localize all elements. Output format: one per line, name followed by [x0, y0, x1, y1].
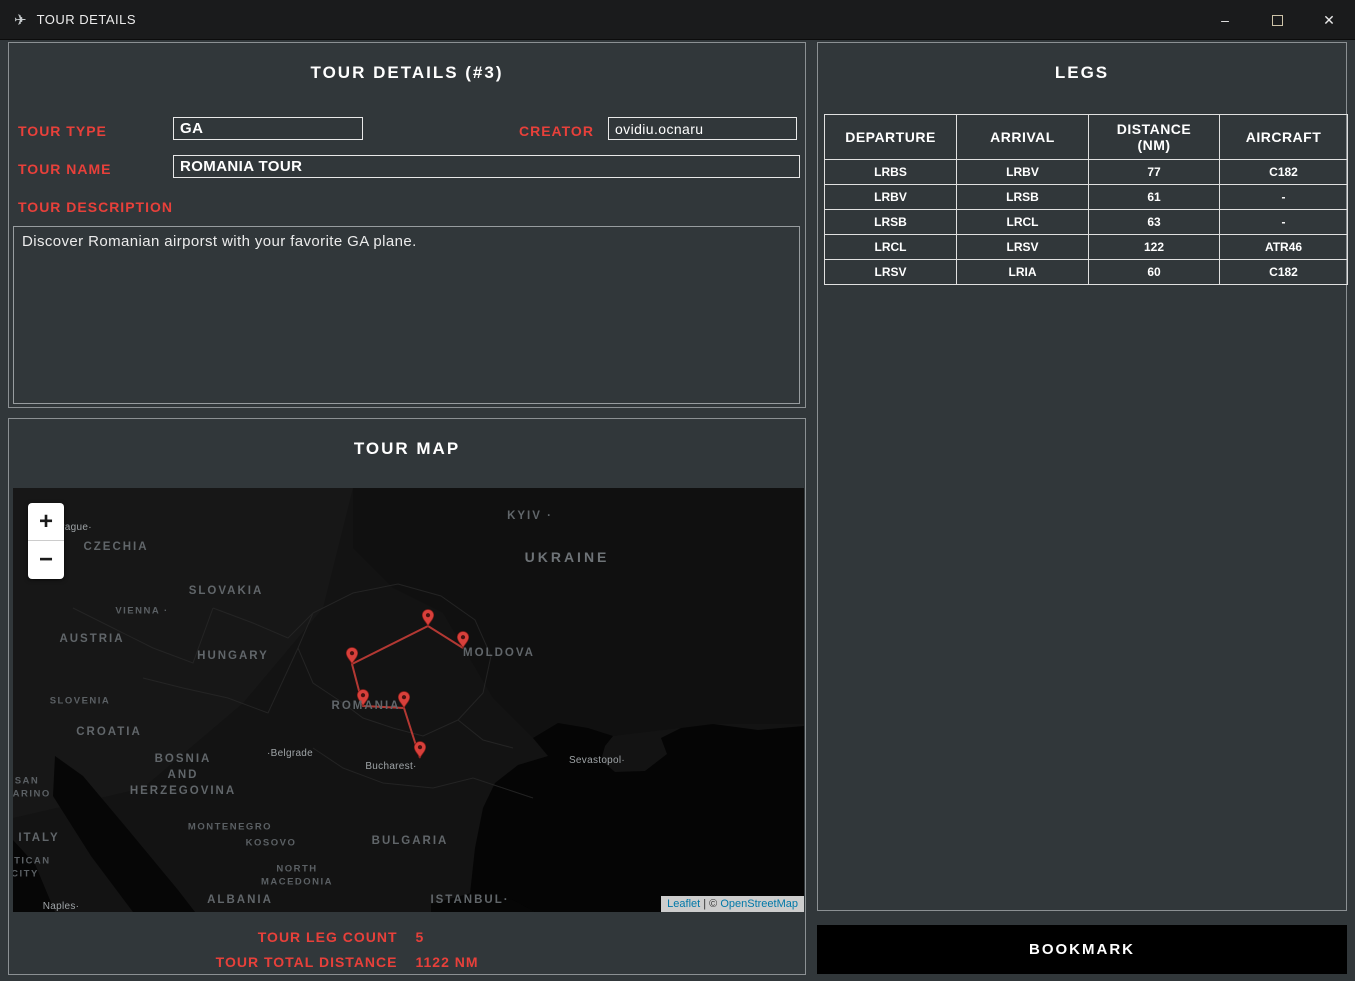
maximize-icon [1272, 15, 1283, 26]
stat-label: TOUR TOTAL DISTANCE [13, 954, 410, 970]
tour-details-panel: TOUR DETAILS (#3) TOUR TYPE CREATOR TOUR… [8, 42, 806, 408]
legs-table-cell: 61 [1089, 185, 1220, 210]
legs-table-row: LRBSLRBV77C182 [825, 160, 1348, 185]
tour-description-input[interactable]: Discover Romanian airporst with your fav… [13, 226, 800, 404]
app-window: ✈ TOUR DETAILS – ✕ TOUR DETAILS (#3) TOU… [0, 0, 1355, 981]
legs-table-cell: LRBV [825, 185, 957, 210]
minimize-button[interactable]: – [1199, 0, 1251, 40]
openstreetmap-link[interactable]: OpenStreetMap [720, 898, 798, 910]
legs-table: DEPARTUREARRIVALDISTANCE (NM)AIRCRAFT LR… [824, 114, 1348, 285]
legs-table-row: LRSVLRIA60C182 [825, 260, 1348, 285]
map-canvas [13, 488, 804, 912]
legs-header-row: DEPARTUREARRIVALDISTANCE (NM)AIRCRAFT [825, 115, 1348, 160]
titlebar: ✈ TOUR DETAILS – ✕ [0, 0, 1355, 40]
stat-row: TOUR LEG COUNT5 [13, 924, 800, 949]
map-marker-pin-icon[interactable] [357, 690, 368, 707]
legs-panel: LEGS DEPARTUREARRIVALDISTANCE (NM)AIRCRA… [817, 42, 1347, 911]
tour-description-label: TOUR DESCRIPTION [18, 199, 173, 215]
tour-route-line [352, 626, 463, 758]
legs-table-cell: 77 [1089, 160, 1220, 185]
window-controls: – ✕ [1199, 0, 1355, 39]
airplane-icon: ✈ [14, 11, 27, 29]
route-layer [346, 610, 468, 759]
legs-column-header: AIRCRAFT [1220, 115, 1348, 160]
legs-table-cell: LRSV [825, 260, 957, 285]
legs-table-row: LRSBLRCL63- [825, 210, 1348, 235]
legs-column-header: ARRIVAL [957, 115, 1089, 160]
legs-table-cell: LRBS [825, 160, 957, 185]
legs-table-cell: LRBV [957, 160, 1089, 185]
legs-table-row: LRBVLRSB61- [825, 185, 1348, 210]
legs-table-cell: LRSB [825, 210, 957, 235]
close-button[interactable]: ✕ [1303, 0, 1355, 40]
minimize-icon: – [1221, 12, 1229, 28]
tour-name-label: TOUR NAME [18, 161, 112, 177]
stat-value: 1122 NM [410, 954, 801, 970]
map-marker-pin-icon[interactable] [422, 610, 433, 627]
close-icon: ✕ [1323, 12, 1335, 29]
legs-table-cell: 63 [1089, 210, 1220, 235]
legs-table-cell: ATR46 [1220, 235, 1348, 260]
legs-table-cell: 122 [1089, 235, 1220, 260]
legs-column-header: DISTANCE (NM) [1089, 115, 1220, 160]
creator-input[interactable] [608, 117, 797, 140]
legs-table-body: LRBSLRBV77C182LRBVLRSB61-LRSBLRCL63-LRCL… [825, 160, 1348, 285]
legs-table-cell: - [1220, 210, 1348, 235]
tour-map[interactable]: Prague·KYIV ·CZECHIAUKRAINESLOVAKIAVIENN… [13, 488, 804, 912]
stat-value: 5 [410, 929, 801, 945]
legs-title: LEGS [818, 63, 1346, 83]
legs-table-cell: LRCL [957, 210, 1089, 235]
legs-table-cell: 60 [1089, 260, 1220, 285]
legs-table-cell: LRCL [825, 235, 957, 260]
legs-table-cell: C182 [1220, 160, 1348, 185]
window-title: TOUR DETAILS [37, 12, 136, 27]
map-marker-pin-icon[interactable] [398, 692, 409, 709]
zoom-out-button[interactable]: − [28, 541, 64, 579]
tour-details-title: TOUR DETAILS (#3) [9, 63, 805, 83]
legs-table-cell: C182 [1220, 260, 1348, 285]
tour-name-input[interactable] [173, 155, 800, 178]
bookmark-button[interactable]: BOOKMARK [817, 925, 1347, 974]
tour-map-title: TOUR MAP [9, 439, 805, 459]
legs-table-cell: LRSV [957, 235, 1089, 260]
stat-row: TOUR TOTAL DISTANCE1122 NM [13, 949, 800, 974]
zoom-in-button[interactable]: + [28, 503, 64, 541]
leaflet-link[interactable]: Leaflet [667, 898, 700, 910]
stat-label: TOUR LEG COUNT [13, 929, 410, 945]
legs-table-row: LRCLLRSV122ATR46 [825, 235, 1348, 260]
attribution-separator: | © [700, 898, 720, 910]
creator-label: CREATOR [519, 123, 594, 139]
maximize-button[interactable] [1251, 0, 1303, 40]
map-attribution: Leaflet | © OpenStreetMap [661, 896, 804, 912]
tour-map-panel: TOUR MAP [8, 418, 806, 975]
legs-column-header: DEPARTURE [825, 115, 957, 160]
legs-table-cell: LRSB [957, 185, 1089, 210]
tour-stats: TOUR LEG COUNT5TOUR TOTAL DISTANCE1122 N… [13, 924, 800, 974]
tour-type-label: TOUR TYPE [18, 123, 107, 139]
legs-table-cell: LRIA [957, 260, 1089, 285]
legs-table-cell: - [1220, 185, 1348, 210]
map-zoom-control: + − [28, 503, 64, 579]
map-marker-pin-icon[interactable] [414, 742, 425, 759]
tour-type-input[interactable] [173, 117, 363, 140]
